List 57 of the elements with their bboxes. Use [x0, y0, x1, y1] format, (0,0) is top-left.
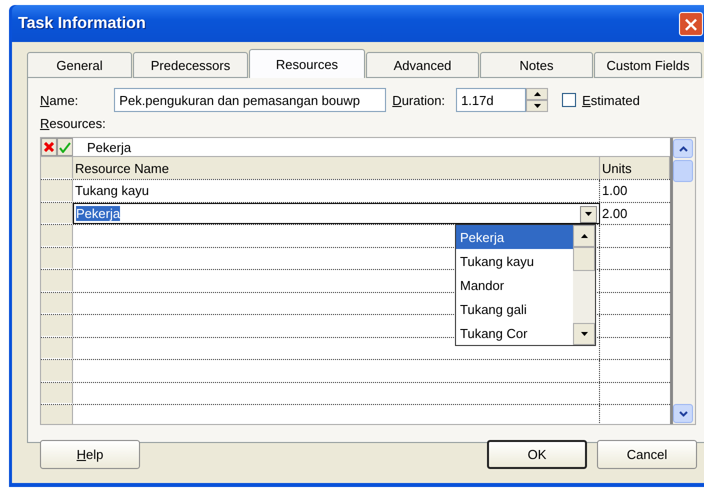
check-icon	[59, 142, 71, 152]
chevron-down-icon	[678, 410, 688, 416]
row-header[interactable]	[41, 202, 73, 224]
accept-entry-button[interactable]	[57, 138, 73, 156]
row-header[interactable]	[41, 360, 73, 382]
down-arrow-icon	[534, 104, 541, 108]
row-header[interactable]	[41, 338, 73, 359]
duration-field[interactable]: 1.17d	[456, 88, 526, 112]
table-cell-text: 2.00	[601, 204, 628, 223]
row-header[interactable]	[41, 248, 73, 269]
spin-up-button[interactable]	[526, 88, 548, 100]
tab[interactable]: Custom Fields	[594, 52, 702, 78]
tab[interactable]: General	[27, 52, 132, 78]
column-header: Resource Name	[73, 157, 600, 179]
row-header[interactable]	[41, 225, 73, 246]
table-cell-text: 1.00	[601, 182, 628, 200]
scroll-thumb[interactable]	[673, 160, 693, 182]
tab[interactable]: Resources	[249, 49, 365, 78]
cancel-entry-button[interactable]	[41, 138, 57, 156]
tab[interactable]: Notes	[480, 52, 593, 78]
estimated-label: Estimated	[582, 92, 640, 108]
row-header[interactable]	[41, 180, 73, 202]
tab[interactable]: Predecessors	[133, 52, 248, 78]
table-cell[interactable]: Tukang kayu	[73, 180, 600, 202]
dropdown-item[interactable]: Pekerja	[456, 225, 573, 249]
scroll-up-button[interactable]	[673, 139, 693, 158]
duration-label: Duration:	[392, 92, 446, 108]
cross-icon	[44, 142, 54, 152]
tab[interactable]: Advanced	[366, 52, 479, 78]
up-arrow-icon	[534, 92, 541, 96]
row-header[interactable]	[41, 292, 73, 314]
table-cell[interactable]: Pekerja	[73, 202, 600, 224]
scroll-thumb[interactable]	[573, 247, 595, 271]
row-header[interactable]	[41, 270, 73, 292]
name-field[interactable]: Pek.pengukuran dan pemasangan bouwp	[114, 88, 386, 112]
entry-field-text[interactable]: Pekerja	[73, 140, 132, 154]
down-arrow-icon	[585, 212, 592, 216]
dialog-button[interactable]: Help	[40, 440, 140, 469]
name-label: Name:	[40, 92, 78, 108]
close-button[interactable]: ×	[679, 12, 703, 36]
row-header[interactable]	[41, 405, 73, 424]
scroll-down-button[interactable]	[573, 323, 595, 345]
row-header[interactable]	[41, 382, 73, 404]
dropdown-button[interactable]	[580, 206, 597, 222]
estimated-checkbox[interactable]	[562, 93, 576, 107]
row-header[interactable]	[41, 315, 73, 336]
chevron-up-icon	[678, 146, 688, 152]
window-title: Task Information	[18, 14, 146, 32]
dialog-button[interactable]: OK	[487, 440, 587, 469]
scroll-down-button[interactable]	[673, 404, 693, 423]
up-arrow-icon	[580, 234, 588, 238]
dialog-button[interactable]: Cancel	[597, 440, 697, 469]
scroll-up-button[interactable]	[573, 225, 595, 247]
resources-label: Resources:	[40, 116, 106, 131]
spin-down-button[interactable]	[526, 100, 548, 112]
down-arrow-icon	[580, 332, 588, 336]
column-header: Units	[600, 157, 670, 179]
